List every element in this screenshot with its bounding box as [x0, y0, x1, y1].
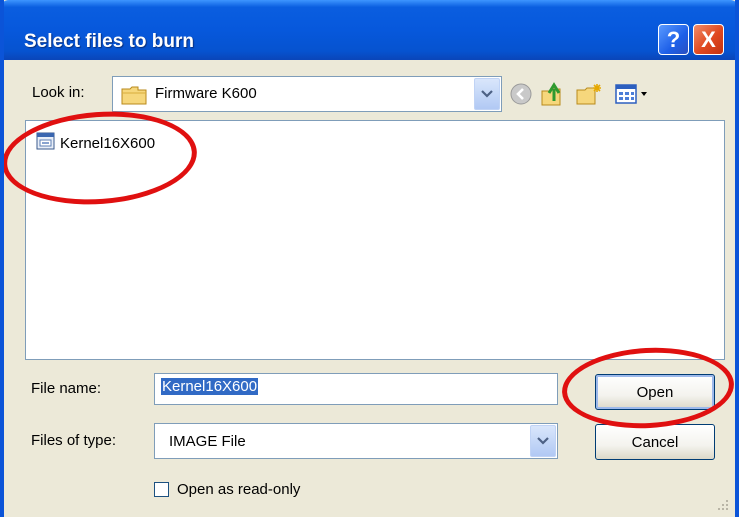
- cancel-button-label: Cancel: [631, 433, 679, 451]
- look-in-label: Look in:: [32, 84, 85, 101]
- file-type-dropdown[interactable]: IMAGE File: [154, 423, 558, 459]
- chevron-down-icon: [537, 437, 549, 445]
- up-folder-button[interactable]: [538, 80, 568, 108]
- look-in-dropdown-button[interactable]: [474, 78, 500, 110]
- new-folder-icon: [576, 84, 601, 105]
- up-folder-icon: [541, 82, 561, 106]
- chevron-down-icon: [481, 90, 493, 98]
- view-menu-button[interactable]: [612, 80, 656, 108]
- close-button[interactable]: X: [693, 24, 724, 55]
- title-bar[interactable]: Select files to burn ? X: [4, 0, 735, 60]
- read-only-label: Open as read-only: [177, 481, 301, 498]
- help-button[interactable]: ?: [658, 24, 689, 55]
- window-title: Select files to burn: [24, 31, 194, 52]
- file-name-field-label: File name:: [31, 380, 102, 397]
- file-name-field[interactable]: Kernel16X600: [154, 373, 558, 405]
- file-name-selected-text: Kernel16X600: [161, 378, 259, 395]
- read-only-option[interactable]: Open as read-only: [154, 481, 300, 498]
- look-in-dropdown[interactable]: Firmware K600: [112, 76, 502, 112]
- help-icon: ?: [666, 26, 681, 52]
- file-type-value: IMAGE File: [169, 433, 246, 450]
- file-type-dropdown-button[interactable]: [530, 425, 556, 457]
- file-type-label: Files of type:: [31, 432, 117, 449]
- resize-grip-icon[interactable]: [715, 497, 729, 511]
- back-icon: [510, 83, 532, 105]
- close-icon: X: [701, 26, 716, 52]
- file-dialog-window: Select files to burn ? X Look in: Firmwa…: [0, 0, 739, 517]
- cancel-button[interactable]: Cancel: [595, 424, 715, 460]
- back-button[interactable]: [506, 80, 536, 108]
- view-menu-icon: [615, 84, 647, 104]
- new-folder-button[interactable]: [574, 80, 604, 108]
- folder-icon: [121, 85, 147, 109]
- read-only-checkbox[interactable]: [154, 482, 169, 497]
- look-in-value: Firmware K600: [155, 85, 257, 102]
